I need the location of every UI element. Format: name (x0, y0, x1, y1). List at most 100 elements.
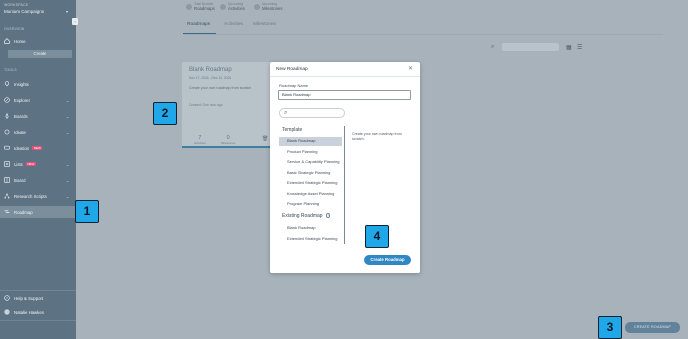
tab-roadmaps[interactable]: Roadmaps (187, 22, 210, 27)
bulb-icon (4, 129, 10, 135)
sidebar-item-ideation[interactable]: Ideation NEW (0, 142, 76, 154)
sidebar-divider (0, 290, 76, 291)
tabs-divider (183, 34, 663, 35)
create-roadmap-cta-button[interactable]: CREATE ROADMAP (625, 322, 680, 333)
template-item[interactable]: Blank Roadmap (279, 137, 342, 146)
step-marker-2: 2 (153, 102, 177, 125)
card-accent-bar (182, 146, 272, 148)
existing-roadmap-item[interactable]: Extended Strategic Planning (279, 235, 342, 244)
chevron-down-icon[interactable]: ▾ (66, 9, 68, 14)
stat-icon (254, 4, 260, 10)
stat-icon (220, 4, 226, 10)
search-icon[interactable]: ⌕ (491, 44, 494, 51)
sidebar-item-label: Roadmap (14, 209, 33, 215)
chevron-down-icon: ⌄ (66, 177, 70, 183)
help-support-link[interactable]: ? Help & Support (0, 292, 76, 304)
avatar (4, 309, 10, 315)
chevron-down-icon: ⌄ (66, 97, 70, 103)
step-marker-4: 4 (365, 225, 389, 248)
close-icon[interactable]: ✕ (408, 65, 413, 72)
network-icon (4, 193, 10, 199)
sidebar-item-label: Research Scripts (14, 193, 47, 199)
user-profile[interactable]: Natalie Hawkes (0, 306, 76, 318)
create-roadmap-button[interactable]: Create Roadmap (364, 255, 411, 265)
template-item[interactable]: Basic Strategic Planning (279, 169, 342, 178)
search-input[interactable] (502, 43, 559, 51)
sidebar-item-ideate[interactable]: Ideate ⌄ (0, 126, 76, 138)
active-tab-indicator (183, 33, 216, 34)
sidebar-item-research-scripts[interactable]: Research Scripts ⌄ (0, 190, 76, 202)
sidebar-item-label: Board (14, 177, 26, 183)
tab-activities[interactable]: Activities (224, 22, 243, 27)
card-created: Created: One hour ago (189, 103, 223, 107)
svg-text:?: ? (6, 296, 8, 300)
existing-roadmap-item[interactable]: Blank Roadmap (279, 224, 342, 233)
new-badge: NEW (25, 162, 36, 166)
chevron-down-icon: ⌄ (66, 129, 70, 135)
info-icon[interactable]: i (325, 213, 331, 218)
stat-label: Activities (194, 141, 206, 145)
collapse-sidebar-button[interactable]: ‹ (72, 18, 78, 25)
chevron-down-icon: ⌄ (66, 113, 70, 119)
trash-icon[interactable]: 🗑 (262, 136, 268, 142)
modal-divider (270, 76, 420, 77)
template-item[interactable]: Extended Strategic Planning (279, 179, 342, 188)
tools-section-label: TOOLS (4, 68, 17, 72)
stat-value: Roadmaps (194, 6, 215, 11)
card-description: Create your own roadmap from scratch (189, 86, 252, 90)
template-heading: Template (282, 127, 303, 133)
card-stat-activities: 7 Activities (194, 135, 206, 145)
template-item[interactable]: Product Planning (279, 148, 342, 157)
compass-icon (4, 97, 10, 103)
existing-roadmap-heading: Existing Roadmap i (282, 213, 331, 219)
template-list-scrollbar[interactable] (344, 126, 345, 244)
chat-icon (4, 145, 10, 151)
sidebar-item-label: Ideate (14, 129, 26, 135)
help-label: Help & Support (14, 295, 44, 301)
chevron-down-icon: ⌄ (66, 193, 70, 199)
roadmap-name-input[interactable]: Blank Roadmap (278, 90, 411, 100)
stat-icon (186, 4, 192, 10)
sidebar-divider (0, 320, 76, 321)
tab-milestones[interactable]: Milestones (253, 22, 276, 27)
card-title: Blank Roadmap (189, 67, 232, 73)
existing-heading-label: Existing Roadmap (282, 213, 323, 219)
grid-view-icon[interactable]: ▦ (566, 44, 572, 51)
template-item[interactable]: Service & Capability Planning (279, 158, 342, 167)
chevron-down-icon: ⌄ (66, 161, 70, 167)
list-icon (4, 161, 10, 167)
rocket-icon (4, 113, 10, 119)
sidebar-item-label: Ideation (14, 145, 30, 151)
board-icon (4, 177, 10, 183)
sidebar-item-explorer[interactable]: Explorer ⌄ (0, 94, 76, 106)
stat-value: Milestones (262, 6, 283, 11)
sidebar-item-label: Lists (14, 161, 23, 167)
stat-value: Activities (228, 6, 245, 11)
sidebar-item-label: Boards (14, 113, 28, 119)
sidebar: WORKSPACE Munium Campaigns ▾ OVERVIEW Ho… (0, 0, 76, 339)
sidebar-item-insights[interactable]: Insights (0, 78, 76, 90)
sidebar-item-roadmap[interactable]: Roadmap (0, 206, 76, 218)
template-item[interactable]: Knowledge Asset Planning (279, 190, 342, 199)
new-roadmap-modal: New Roadmap ✕ Roadmap Name Blank Roadmap… (270, 62, 420, 273)
stat-milestones: Upcoming Milestones (254, 2, 283, 11)
sidebar-item-lists[interactable]: Lists NEW ⌄ (0, 158, 76, 170)
step-marker-1: 1 (75, 200, 99, 223)
sidebar-item-label: Explorer (14, 97, 31, 103)
create-button[interactable]: Create (8, 50, 72, 58)
sidebar-item-boards[interactable]: Boards ⌄ (0, 110, 76, 122)
sidebar-item-label: Insights (14, 81, 29, 87)
stat-roadmaps: Total Number Roadmaps (186, 2, 215, 11)
workspace-switcher[interactable]: Munium Campaigns (4, 9, 44, 14)
card-dates: Nov 17, 2026 - Dec 14, 2026 (189, 76, 232, 80)
template-search-input[interactable]: ⌕ (279, 108, 345, 118)
help-icon: ? (4, 295, 10, 301)
sidebar-item-label: Home (14, 38, 26, 44)
sidebar-item-home[interactable]: Home (0, 35, 76, 47)
sidebar-item-board[interactable]: Board ⌄ (0, 174, 76, 186)
template-item[interactable]: Program Planning (279, 200, 342, 209)
list-view-icon[interactable]: ☰ (577, 44, 582, 51)
roadmap-icon (4, 209, 10, 215)
overview-section-label: OVERVIEW (4, 27, 25, 31)
search-icon: ⌕ (284, 110, 288, 116)
